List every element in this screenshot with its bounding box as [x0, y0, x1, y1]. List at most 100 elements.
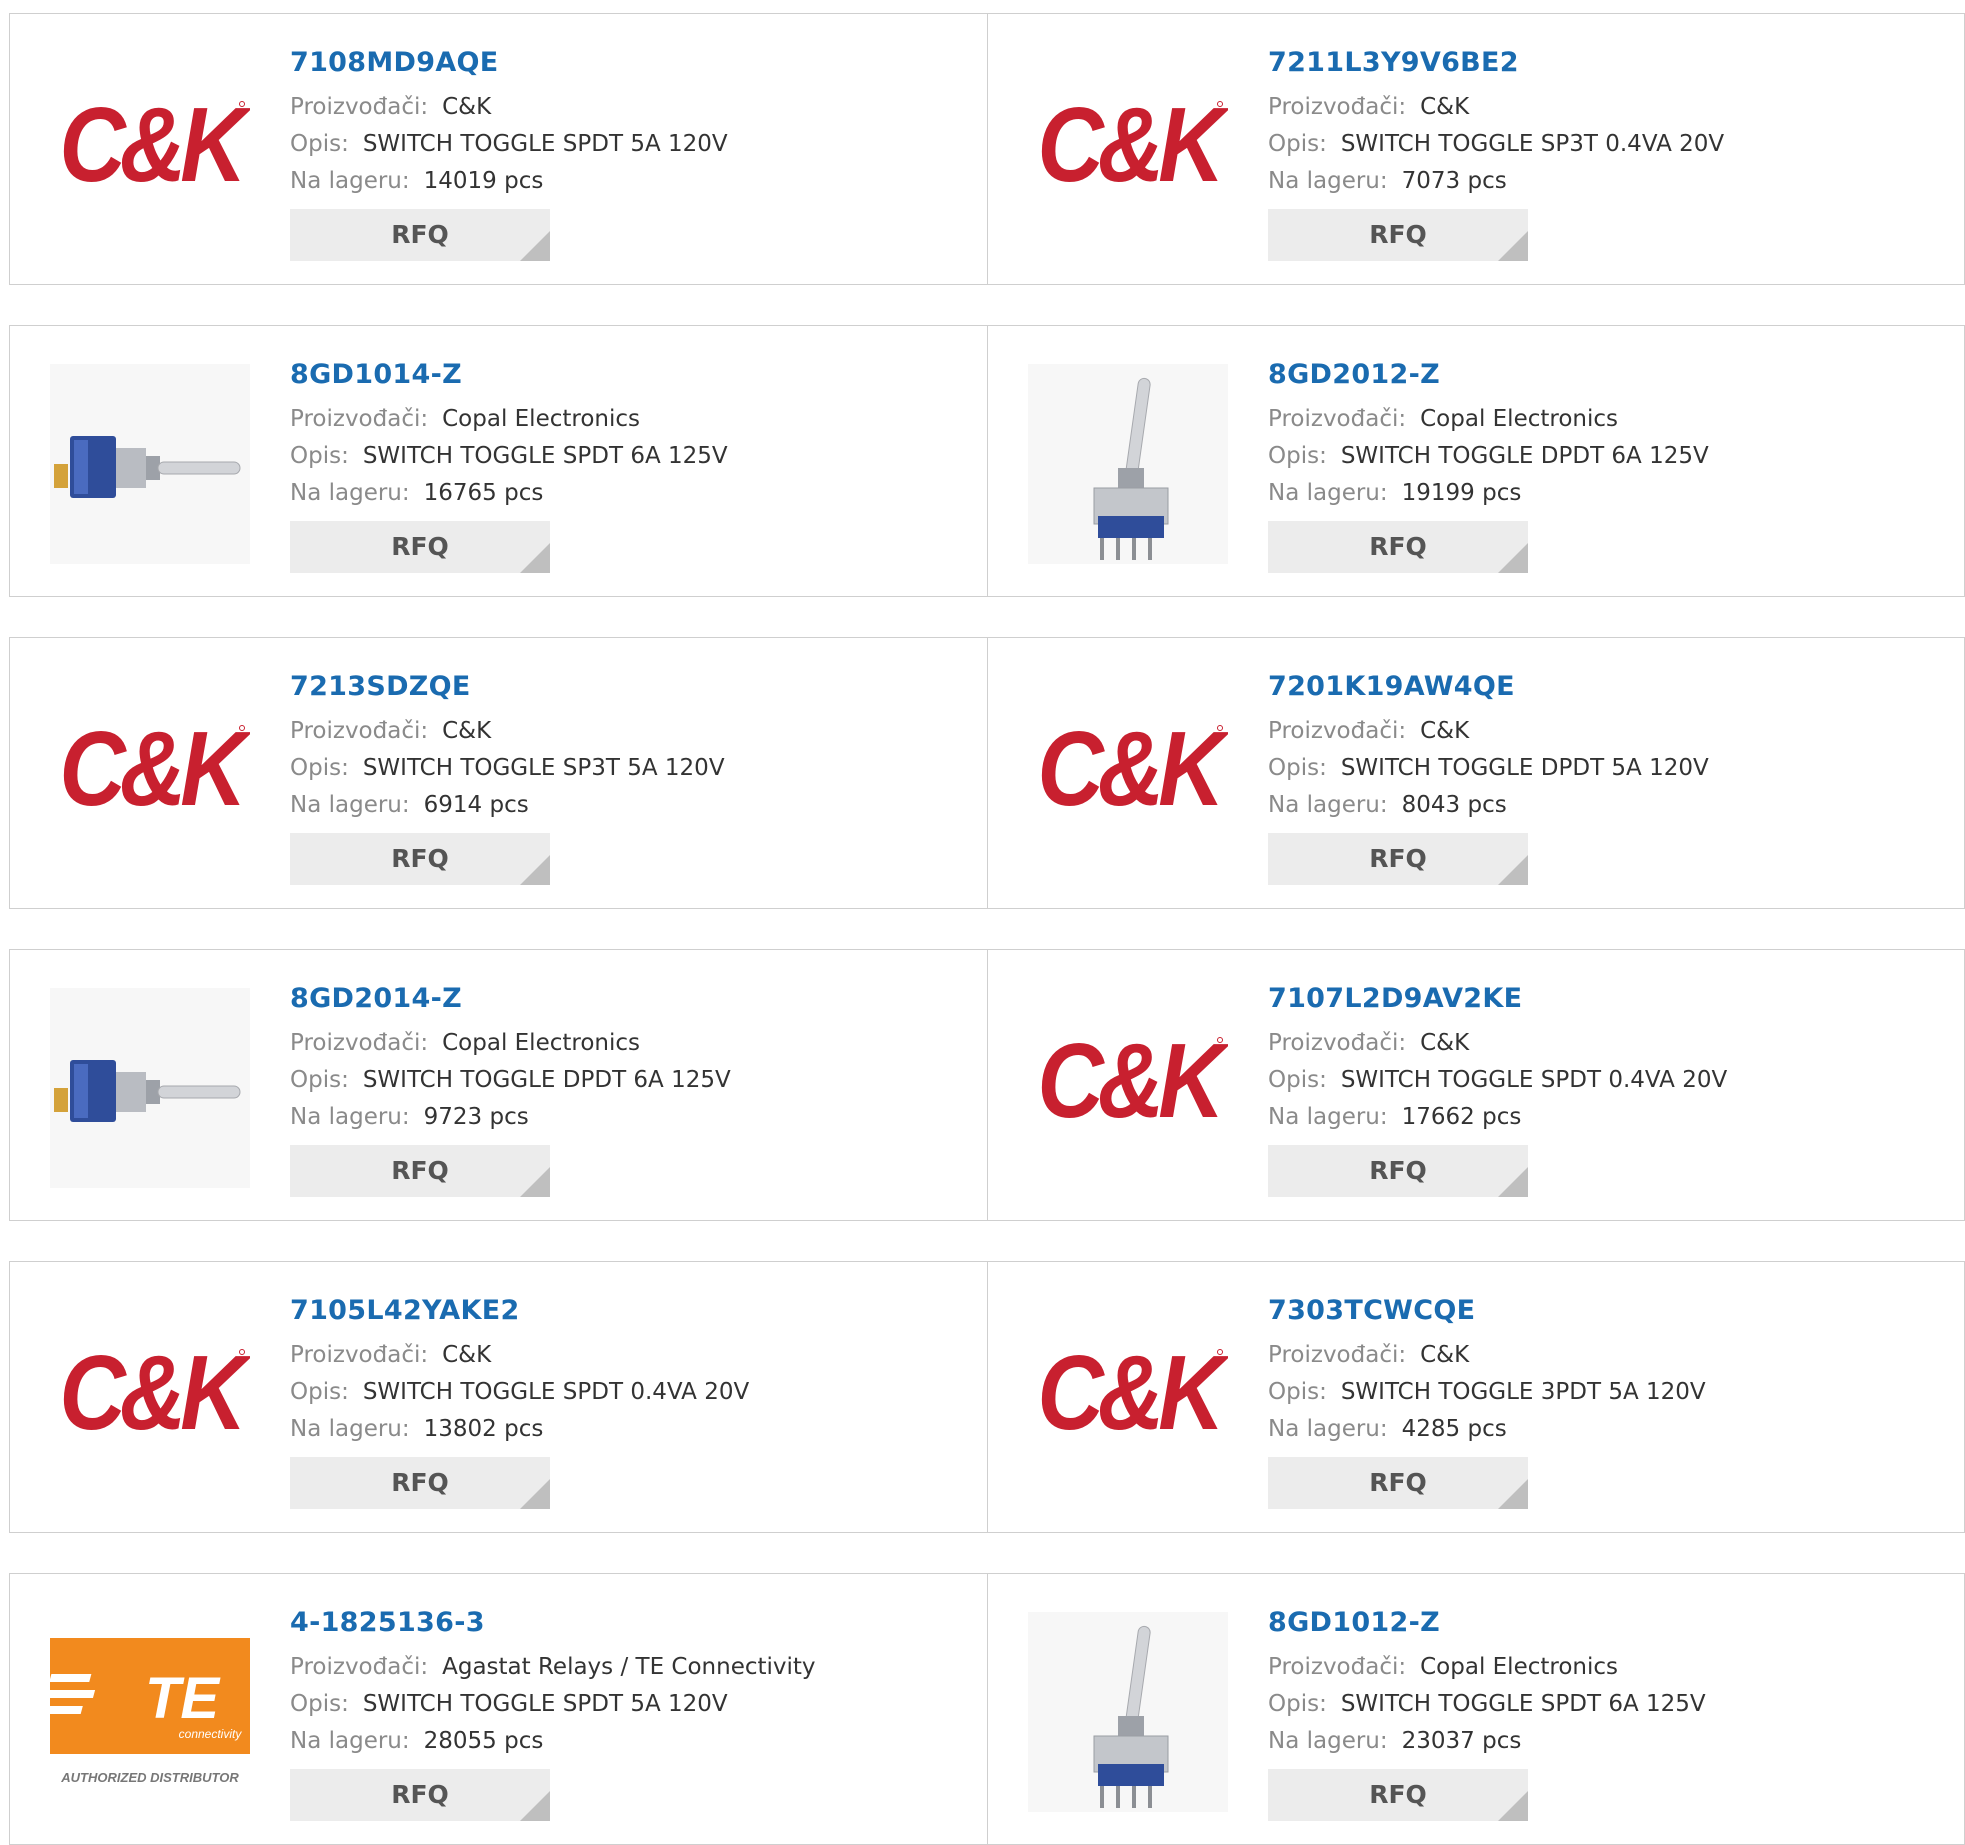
part-number-link[interactable]: 7213SDZQE: [290, 669, 970, 705]
part-number-link[interactable]: 4-1825136-3: [290, 1605, 970, 1641]
stock-line: Na lageru: 9723 pcs: [290, 1099, 970, 1136]
manufacturer-value: Copal Electronics: [442, 406, 641, 432]
rfq-button[interactable]: RFQ: [290, 833, 550, 885]
corner-triangle-icon: [520, 1167, 550, 1197]
corner-triangle-icon: [1498, 1479, 1528, 1509]
corner-triangle-icon: [1498, 231, 1528, 261]
manufacturer-label: Proizvođači:: [1268, 718, 1407, 744]
stock-value: 28055 pcs: [423, 1728, 544, 1754]
part-number-link[interactable]: 7201K19AW4QE: [1268, 669, 1948, 705]
stock-value: 13802 pcs: [423, 1416, 544, 1442]
part-number-link[interactable]: 7211L3Y9V6BE2: [1268, 45, 1948, 81]
rfq-button[interactable]: RFQ: [1268, 1457, 1528, 1509]
ck-logo-icon: C&K: [1037, 1022, 1228, 1140]
svg-text:C&K: C&K: [59, 710, 250, 828]
stock-line: Na lageru: 7073 pcs: [1268, 163, 1948, 200]
rfq-button-label: RFQ: [391, 844, 449, 873]
product-image[interactable]: C&K: [50, 1300, 250, 1500]
product-image[interactable]: C&K: [1028, 988, 1228, 1188]
product-image[interactable]: [50, 988, 250, 1188]
rfq-button-label: RFQ: [391, 220, 449, 249]
product-image[interactable]: [50, 364, 250, 564]
part-number-link[interactable]: 8GD1014-Z: [290, 357, 970, 393]
rfq-button[interactable]: RFQ: [1268, 521, 1528, 573]
description-value: SWITCH TOGGLE SPDT 6A 125V: [1340, 1691, 1706, 1717]
rfq-button-label: RFQ: [1369, 1156, 1427, 1185]
stock-label: Na lageru:: [290, 792, 410, 818]
rfq-button[interactable]: RFQ: [290, 1457, 550, 1509]
product-card: C&K 7211L3Y9V6BE2 Proizvođači: C&K Opis: SWIT…: [987, 14, 1965, 284]
svg-text:C&K: C&K: [59, 1334, 250, 1452]
product-image[interactable]: C&K: [1028, 52, 1228, 252]
part-number-link[interactable]: 8GD2012-Z: [1268, 357, 1948, 393]
stock-label: Na lageru:: [290, 1416, 410, 1442]
product-grid: C&K 7108MD9AQE Proizvođači: C&K Opis: SWITCH …: [0, 0, 1965, 1845]
product-card: C&K 7107L2D9AV2KE Proizvođači: C&K Opis: SWIT…: [987, 950, 1965, 1220]
rfq-button[interactable]: RFQ: [290, 1145, 550, 1197]
rfq-button-label: RFQ: [391, 1780, 449, 1809]
product-card: C&K 7213SDZQE Proizvođači: C&K Opis: SWITCH T…: [10, 638, 987, 908]
product-image[interactable]: C&K: [1028, 676, 1228, 876]
rfq-button[interactable]: RFQ: [1268, 209, 1528, 261]
product-image[interactable]: [1028, 364, 1228, 564]
corner-triangle-icon: [1498, 1167, 1528, 1197]
svg-text:C&K: C&K: [1037, 710, 1228, 828]
rfq-button[interactable]: RFQ: [290, 1769, 550, 1821]
part-number-link[interactable]: 7108MD9AQE: [290, 45, 970, 81]
part-number-link[interactable]: 8GD1012-Z: [1268, 1605, 1948, 1641]
corner-triangle-icon: [1498, 543, 1528, 573]
product-image[interactable]: TE connectivity AUTHORIZED DISTRIBUTOR: [50, 1612, 250, 1812]
manufacturer-value: C&K: [442, 1342, 492, 1368]
manufacturer-label: Proizvođači:: [1268, 1030, 1407, 1056]
rfq-button-label: RFQ: [1369, 1780, 1427, 1809]
description-value: SWITCH TOGGLE SP3T 0.4VA 20V: [1340, 131, 1725, 157]
product-row: C&K 7108MD9AQE Proizvođači: C&K Opis: SWITCH …: [9, 13, 1965, 285]
manufacturer-value: C&K: [1420, 1030, 1470, 1056]
corner-triangle-icon: [520, 1479, 550, 1509]
corner-triangle-icon: [520, 543, 550, 573]
stock-label: Na lageru:: [290, 1728, 410, 1754]
product-image[interactable]: C&K: [1028, 1300, 1228, 1500]
rfq-button-label: RFQ: [391, 1468, 449, 1497]
product-info: 7211L3Y9V6BE2 Proizvođači: C&K Opis: SWITCH …: [1268, 45, 1948, 261]
description-label: Opis:: [290, 1067, 349, 1093]
description-line: Opis: SWITCH TOGGLE SP3T 5A 120V: [290, 750, 970, 787]
stock-value: 14019 pcs: [423, 168, 544, 194]
corner-triangle-icon: [1498, 1791, 1528, 1821]
part-number-link[interactable]: 7107L2D9AV2KE: [1268, 981, 1948, 1017]
stock-value: 9723 pcs: [423, 1104, 529, 1130]
stock-value: 17662 pcs: [1401, 1104, 1522, 1130]
rfq-button[interactable]: RFQ: [290, 209, 550, 261]
stock-line: Na lageru: 17662 pcs: [1268, 1099, 1948, 1136]
stock-label: Na lageru:: [1268, 480, 1388, 506]
product-image[interactable]: C&K: [50, 676, 250, 876]
manufacturer-line: Proizvođači: Copal Electronics: [290, 401, 970, 438]
ck-logo-icon: C&K: [1037, 1334, 1228, 1452]
svg-text:AUTHORIZED DISTRIBUTOR: AUTHORIZED DISTRIBUTOR: [60, 1770, 239, 1785]
description-label: Opis:: [1268, 1067, 1327, 1093]
svg-text:C&K: C&K: [1037, 1334, 1228, 1452]
rfq-button-label: RFQ: [1369, 532, 1427, 561]
product-image[interactable]: [1028, 1612, 1228, 1812]
manufacturer-value: Agastat Relays / TE Connectivity: [442, 1654, 816, 1680]
stock-line: Na lageru: 16765 pcs: [290, 475, 970, 512]
part-number-link[interactable]: 8GD2014-Z: [290, 981, 970, 1017]
description-label: Opis:: [290, 1379, 349, 1405]
stock-value: 19199 pcs: [1401, 480, 1522, 506]
product-card: 8GD1012-Z Proizvođači: Copal Electronics Op…: [987, 1574, 1965, 1844]
description-line: Opis: SWITCH TOGGLE DPDT 5A 120V: [1268, 750, 1948, 787]
manufacturer-label: Proizvođači:: [290, 1654, 429, 1680]
product-row: 8GD2014-Z Proizvođači: Copal Electronics Op…: [9, 949, 1965, 1221]
part-number-link[interactable]: 7105L42YAKE2: [290, 1293, 970, 1329]
corner-triangle-icon: [520, 231, 550, 261]
part-number-link[interactable]: 7303TCWCQE: [1268, 1293, 1948, 1329]
rfq-button[interactable]: RFQ: [290, 521, 550, 573]
product-card: C&K 7105L42YAKE2 Proizvođači: C&K Opis: SWITC…: [10, 1262, 987, 1532]
product-image[interactable]: C&K: [50, 52, 250, 252]
manufacturer-value: C&K: [442, 718, 492, 744]
rfq-button[interactable]: RFQ: [1268, 833, 1528, 885]
rfq-button[interactable]: RFQ: [1268, 1145, 1528, 1197]
rfq-button[interactable]: RFQ: [1268, 1769, 1528, 1821]
ck-logo-icon: C&K: [59, 1334, 250, 1452]
manufacturer-line: Proizvođači: C&K: [1268, 1025, 1948, 1062]
